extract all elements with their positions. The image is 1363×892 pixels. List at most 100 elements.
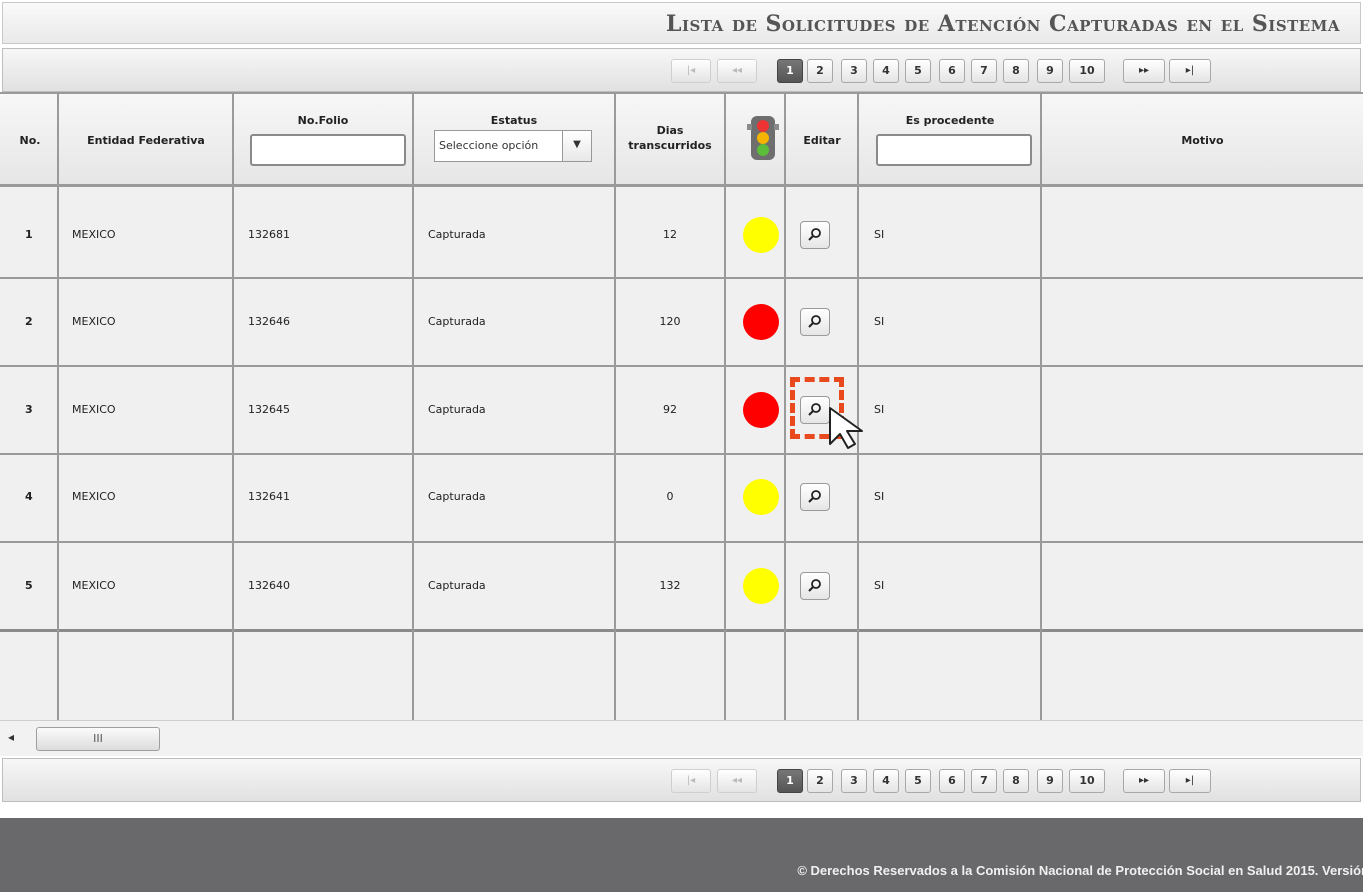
edit-button[interactable] — [800, 308, 830, 336]
cell-dias: 0 — [666, 490, 674, 503]
data-grid: No. Entidad Federativa No.Folio Estatus … — [0, 92, 1363, 720]
page-button-1[interactable]: 1 — [777, 769, 803, 793]
cell-no: 4 — [25, 490, 33, 503]
cell-dias: 120 — [659, 315, 681, 328]
prev-page-button[interactable]: ◂◂ — [717, 59, 757, 83]
traffic-light-icon — [747, 116, 779, 160]
cell-procedente: SI — [874, 490, 885, 503]
cell-procedente: SI — [874, 579, 885, 592]
cell-no: 1 — [25, 228, 33, 241]
page-button-6[interactable]: 6 — [939, 59, 965, 83]
row-divider — [0, 365, 1363, 367]
estatus-select-value: Seleccione opción — [439, 139, 539, 152]
horizontal-scrollbar[interactable]: ◂ III — [0, 720, 1363, 756]
column-divider — [1040, 92, 1042, 720]
cell-folio: 132681 — [248, 228, 290, 241]
magnifier-icon — [808, 490, 821, 503]
magnifier-icon — [808, 315, 821, 328]
cell-entidad: MEXICO — [72, 228, 116, 241]
row-divider — [0, 453, 1363, 455]
page-button-3[interactable]: 3 — [841, 59, 867, 83]
next-page-button[interactable]: ▸▸ — [1123, 769, 1165, 793]
title-bar: Lista de Solicitudes de Atención Captura… — [2, 2, 1361, 44]
cell-folio: 132641 — [248, 490, 290, 503]
page-button-1[interactable]: 1 — [777, 59, 803, 83]
scrollbar-thumb[interactable]: III — [36, 727, 160, 751]
cell-estatus: Capturada — [428, 315, 486, 328]
page-button-8[interactable]: 8 — [1003, 769, 1029, 793]
cell-estatus: Capturada — [428, 490, 486, 503]
pager-bottom: |◂ ◂◂ 1 2 3 4 5 6 7 8 9 10 ▸▸ ▸| — [2, 758, 1361, 802]
cell-procedente: SI — [874, 315, 885, 328]
scroll-left-arrow-icon[interactable]: ◂ — [8, 730, 14, 744]
pager-top: |◂ ◂◂ 1 2 3 4 5 6 7 8 9 10 ▸▸ ▸| — [2, 48, 1361, 92]
row-divider — [0, 277, 1363, 279]
cell-dias: 12 — [663, 228, 677, 241]
page-button-4[interactable]: 4 — [873, 59, 899, 83]
column-header-no: No. — [19, 134, 41, 147]
cursor-pointer-icon — [829, 407, 863, 449]
cell-entidad: MEXICO — [72, 490, 116, 503]
status-light-yellow — [743, 479, 779, 515]
row-divider — [0, 629, 1363, 632]
footer-copyright: © Derechos Reservados a la Comisión Naci… — [797, 863, 1363, 878]
page-button-7[interactable]: 7 — [971, 59, 997, 83]
footer: © Derechos Reservados a la Comisión Naci… — [0, 818, 1363, 892]
column-header-entidad: Entidad Federativa — [87, 134, 205, 147]
cell-entidad: MEXICO — [72, 403, 116, 416]
folio-filter-input[interactable] — [250, 134, 406, 166]
page-button-2[interactable]: 2 — [807, 769, 833, 793]
column-divider — [232, 92, 234, 720]
page-button-9[interactable]: 9 — [1037, 59, 1063, 83]
page-button-8[interactable]: 8 — [1003, 59, 1029, 83]
cell-folio: 132640 — [248, 579, 290, 592]
page-button-6[interactable]: 6 — [939, 769, 965, 793]
edit-button[interactable] — [800, 221, 830, 249]
page-button-3[interactable]: 3 — [841, 769, 867, 793]
page-button-5[interactable]: 5 — [905, 59, 931, 83]
status-light-red — [743, 392, 779, 428]
next-page-button[interactable]: ▸▸ — [1123, 59, 1165, 83]
cell-estatus: Capturada — [428, 228, 486, 241]
cell-procedente: SI — [874, 228, 885, 241]
column-divider — [784, 92, 786, 720]
edit-button[interactable] — [800, 572, 830, 600]
first-page-button[interactable]: |◂ — [671, 769, 711, 793]
cell-procedente: SI — [874, 403, 885, 416]
cell-no: 3 — [25, 403, 33, 416]
column-divider — [412, 92, 414, 720]
column-divider — [724, 92, 726, 720]
cell-entidad: MEXICO — [72, 579, 116, 592]
column-divider — [57, 92, 59, 720]
page-button-5[interactable]: 5 — [905, 769, 931, 793]
column-header-folio: No.Folio — [297, 114, 349, 127]
edit-button[interactable] — [800, 483, 830, 511]
last-page-button[interactable]: ▸| — [1169, 769, 1211, 793]
chevron-down-icon[interactable]: ▼ — [562, 131, 591, 161]
page-button-4[interactable]: 4 — [873, 769, 899, 793]
column-header-dias: Dias transcurridos — [616, 124, 724, 152]
page-button-7[interactable]: 7 — [971, 769, 997, 793]
column-header-dias-line2: transcurridos — [628, 139, 712, 152]
page-button-10[interactable]: 10 — [1069, 769, 1105, 793]
magnifier-icon — [808, 228, 821, 241]
last-page-button[interactable]: ▸| — [1169, 59, 1211, 83]
page-button-10[interactable]: 10 — [1069, 59, 1105, 83]
page-button-2[interactable]: 2 — [807, 59, 833, 83]
column-header-procedente: Es procedente — [905, 114, 995, 127]
procedente-filter-input[interactable] — [876, 134, 1032, 166]
status-light-yellow — [743, 217, 779, 253]
cell-folio: 132645 — [248, 403, 290, 416]
cell-folio: 132646 — [248, 315, 290, 328]
prev-page-button[interactable]: ◂◂ — [717, 769, 757, 793]
estatus-filter-select[interactable]: Seleccione opción ▼ — [434, 130, 592, 162]
cell-estatus: Capturada — [428, 403, 486, 416]
first-page-button[interactable]: |◂ — [671, 59, 711, 83]
page-button-9[interactable]: 9 — [1037, 769, 1063, 793]
row-divider — [0, 541, 1363, 543]
column-header-dias-line1: Dias — [656, 124, 684, 137]
page-title: Lista de Solicitudes de Atención Captura… — [665, 11, 1340, 37]
magnifier-icon — [808, 579, 821, 592]
status-light-yellow — [743, 568, 779, 604]
cell-dias: 132 — [659, 579, 681, 592]
